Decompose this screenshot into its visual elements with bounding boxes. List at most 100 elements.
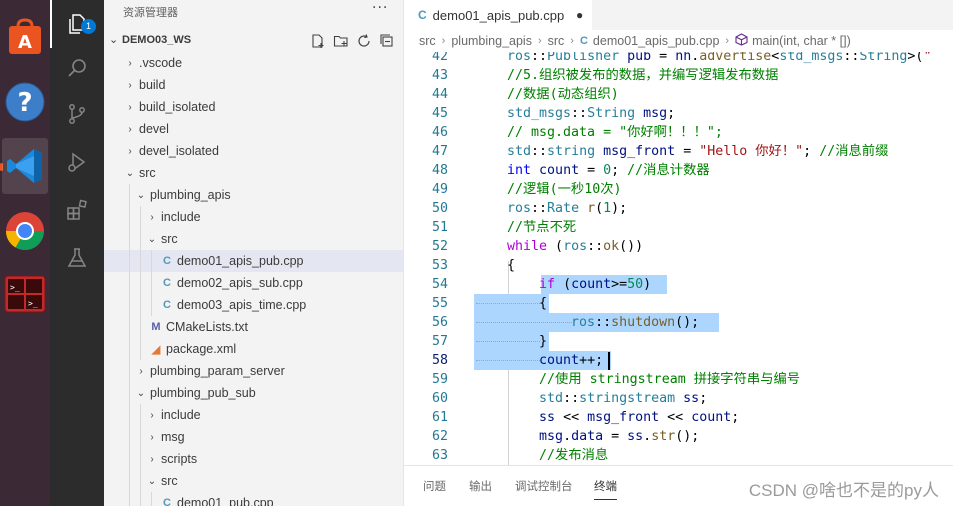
tree-item[interactable]: Cdemo01_pub.cpp [104, 492, 403, 506]
tree-indent-guide [151, 294, 152, 316]
chevron-down-icon: ⌄ [147, 475, 157, 487]
tree-item[interactable]: › build [104, 74, 403, 96]
tree-item-label: scripts [161, 452, 198, 466]
tree-indent-guide [129, 492, 130, 506]
tree-item[interactable]: › msg [104, 426, 403, 448]
tree-item[interactable]: ⌄ src [104, 470, 403, 492]
code-editor[interactable]: 42 ros::Publisher pub = nh.advertise<std_… [404, 52, 953, 465]
svg-text:>_: >_ [10, 283, 20, 292]
tree-item[interactable]: › plumbing_param_server [104, 360, 403, 382]
tree-item[interactable]: Cdemo02_apis_sub.cpp [104, 272, 403, 294]
tree-item[interactable]: › include [104, 206, 403, 228]
code-line: 49//逻辑(一秒10次) [431, 182, 622, 197]
workspace-name: DEMO03_WS [122, 34, 192, 46]
tree-item[interactable]: › build_isolated [104, 96, 403, 118]
workspace-header[interactable]: ⌄ DEMO03_WS [104, 30, 403, 52]
collapse-all-icon[interactable] [378, 32, 396, 50]
svg-text:A: A [18, 32, 32, 53]
code-line: 61 ss << msg_front << count; [431, 410, 740, 425]
terminator-icon[interactable]: >_ >_ [2, 266, 48, 322]
tree-item-label: msg [161, 430, 185, 444]
chevron-right-icon: › [150, 431, 154, 443]
cpp-file-icon: C [163, 277, 171, 289]
cpp-file-icon: C [163, 299, 171, 311]
tree-item[interactable]: ⌄ src [104, 228, 403, 250]
run-debug-icon[interactable] [50, 138, 104, 186]
tree-item-label: CMakeLists.txt [166, 320, 248, 334]
tree-item[interactable]: › include [104, 404, 403, 426]
tree-indent-guide [140, 206, 141, 228]
whitespace-dots [476, 322, 572, 324]
chevron-right-icon: › [150, 211, 154, 223]
unsaved-dot-icon[interactable]: ● [576, 8, 583, 22]
chevron-right-icon: › [441, 35, 446, 47]
breadcrumb-src-dir[interactable]: src [548, 34, 565, 48]
chevron-right-icon: › [150, 453, 154, 465]
tree-indent-guide [151, 272, 152, 294]
code-line: 52 while (ros::ok()) [431, 239, 644, 254]
code-line: 51//节点不死 [431, 220, 577, 235]
tree-item[interactable]: › .vscode [104, 52, 403, 74]
tab-terminal[interactable]: 终端 [594, 478, 617, 500]
cpp-file-icon: C [418, 8, 427, 22]
code-line: 62 msg.data = ss.str(); [431, 429, 700, 444]
tree-item-label: build_isolated [139, 100, 216, 114]
source-control-icon[interactable] [50, 90, 104, 138]
chevron-right-icon: › [139, 365, 143, 377]
tree-indent-guide [129, 228, 130, 250]
tree-item-label: build [139, 78, 166, 92]
chrome-icon[interactable] [2, 203, 48, 259]
tree-item[interactable]: Cdemo01_apis_pub.cpp [104, 250, 403, 272]
more-actions-button[interactable]: ··· [372, 0, 388, 16]
tree-indent-guide [129, 272, 130, 294]
tree-item[interactable]: › devel [104, 118, 403, 140]
tree-item[interactable]: ⌄ src [104, 162, 403, 184]
tree-item[interactable]: Cdemo03_apis_time.cpp [104, 294, 403, 316]
extensions-icon[interactable] [50, 186, 104, 234]
code-line: 44//数据(动态组织) [431, 87, 619, 102]
tree-item[interactable]: ⌄ plumbing_pub_sub [104, 382, 403, 404]
tree-indent-guide [129, 382, 130, 404]
help-icon[interactable]: ? [2, 74, 48, 130]
tree-item-label: src [161, 232, 178, 246]
vscode-dock-icon[interactable] [2, 138, 48, 194]
breadcrumb-src[interactable]: src [419, 34, 436, 48]
software-center-icon[interactable]: A [2, 10, 48, 66]
refresh-icon[interactable] [355, 32, 373, 50]
tree-indent-guide [129, 184, 130, 206]
tree-item[interactable]: › scripts [104, 448, 403, 470]
chevron-right-icon: › [128, 79, 132, 91]
tree-item-label: devel_isolated [139, 144, 219, 158]
cpp-file-icon: C [163, 497, 171, 506]
tree-item[interactable]: ◢ package.xml [104, 338, 403, 360]
tree-item[interactable]: ⌄ plumbing_apis [104, 184, 403, 206]
tree-indent-guide [129, 426, 130, 448]
tab-debug-console[interactable]: 调试控制台 [515, 478, 573, 494]
breadcrumb-package[interactable]: plumbing_apis [451, 34, 532, 48]
tab-output[interactable]: 输出 [469, 478, 492, 494]
breadcrumb-symbol[interactable]: main(int, char * []) [752, 34, 851, 48]
tree-item-label: .vscode [139, 56, 183, 70]
tree-item-label: src [161, 474, 178, 488]
tree-item-label: demo03_apis_time.cpp [177, 298, 307, 312]
code-line: 54 if (count>=50) [431, 277, 652, 292]
chevron-down-icon: ⌄ [136, 189, 146, 201]
tree-item-label: include [161, 210, 201, 224]
tree-indent-guide [151, 492, 152, 506]
tab-problems[interactable]: 问题 [423, 478, 446, 494]
explorer-icon[interactable]: 1 [50, 0, 104, 48]
new-folder-icon[interactable] [332, 32, 350, 50]
search-icon[interactable] [50, 44, 104, 92]
tree-indent-guide [140, 404, 141, 426]
breadcrumb-file[interactable]: demo01_apis_pub.cpp [593, 34, 720, 48]
svg-text:?: ? [17, 88, 32, 118]
tree-item[interactable]: M CMakeLists.txt [104, 316, 403, 338]
new-file-icon[interactable] [309, 32, 327, 50]
chevron-down-icon: ⌄ [147, 233, 157, 245]
tab-demo01-apis-pub[interactable]: C demo01_apis_pub.cpp ● [404, 0, 592, 30]
code-line: 45 std_msgs::String msg; [431, 106, 676, 121]
code-line: 60 std::stringstream ss; [431, 391, 708, 406]
chevron-right-icon: › [128, 145, 132, 157]
tree-item[interactable]: › devel_isolated [104, 140, 403, 162]
testing-icon[interactable] [50, 234, 104, 282]
